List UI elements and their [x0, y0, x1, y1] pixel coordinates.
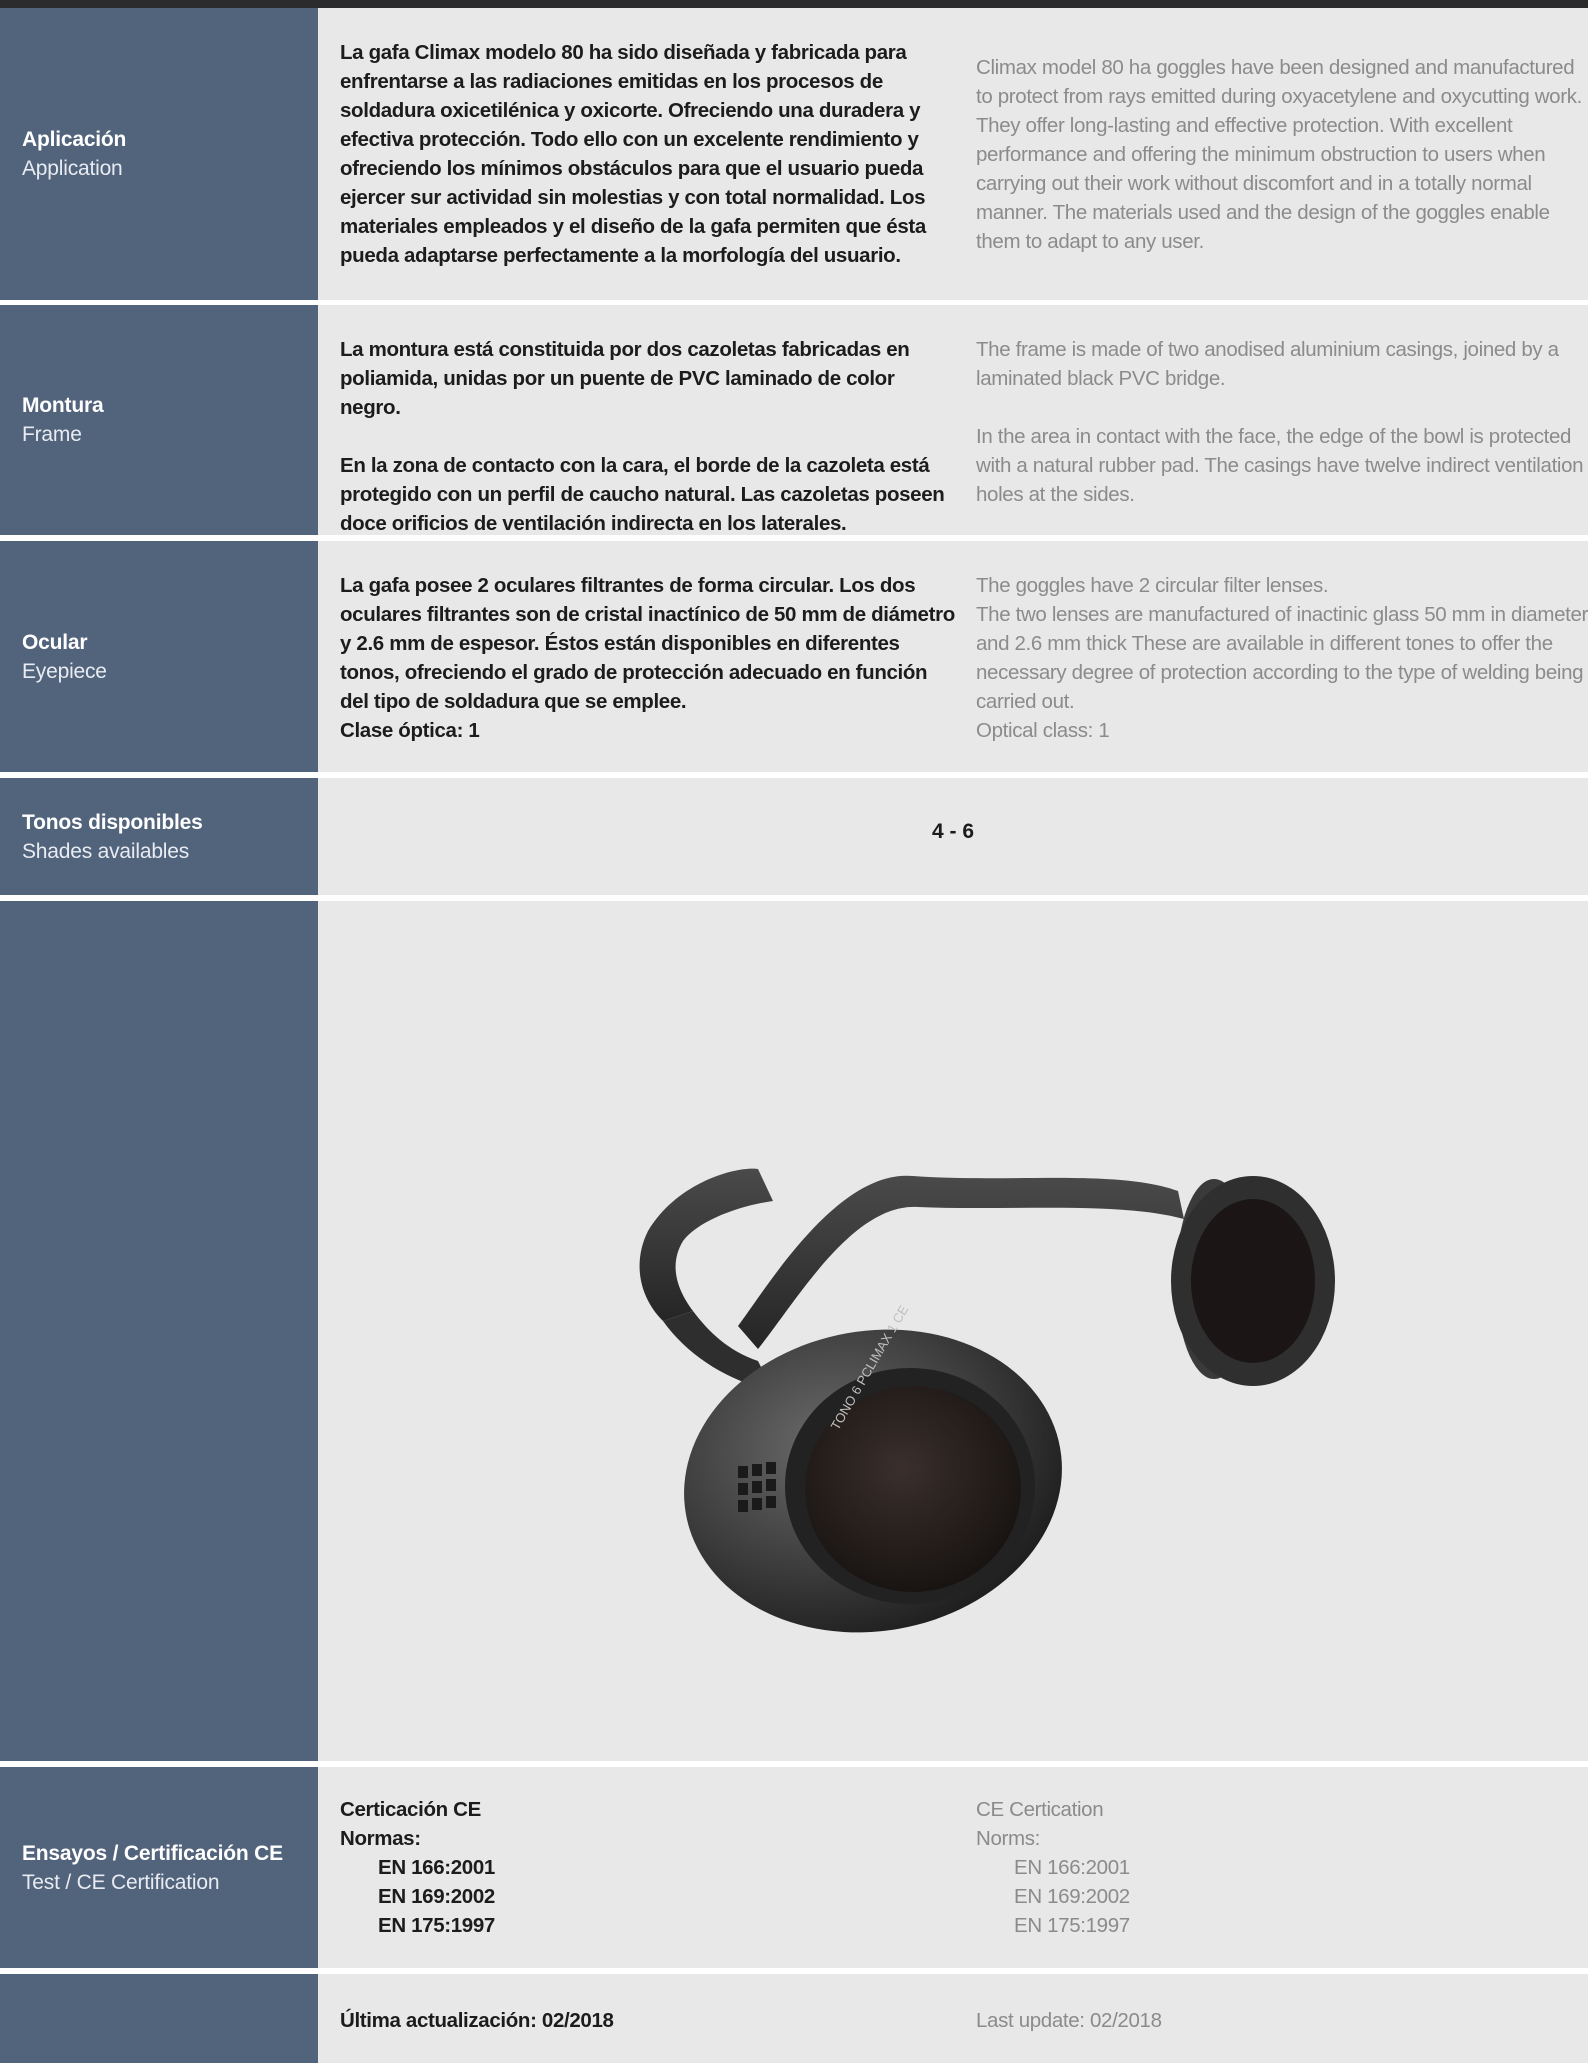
content-update: Última actualización: 02/2018 Last updat… [318, 1974, 1588, 2063]
row-frame: Montura Frame La montura está constituid… [0, 305, 1588, 535]
standard: EN 169:2002 [1014, 1885, 1130, 1908]
row-update: Última actualización: 02/2018 Last updat… [0, 1974, 1588, 2063]
update-sidebar [0, 1974, 318, 2063]
strap-shape [738, 1175, 1184, 1349]
application-text-es: La gafa Climax modelo 80 ha sido diseñad… [340, 38, 960, 270]
photo-sidebar [0, 901, 318, 1761]
label-en: Application [22, 157, 123, 180]
paragraph: The two lenses are manufactured of inact… [976, 603, 1588, 713]
label-certification: Ensayos / Certificación CE Test / CE Cer… [0, 1767, 318, 1968]
optical-class: Optical class: 1 [976, 719, 1110, 742]
label-frame: Montura Frame [0, 305, 318, 535]
paragraph: En la zona de contacto con la cara, el b… [340, 454, 945, 535]
cert-title: Certicación CE [340, 1798, 481, 1821]
eyepiece-text-en: The goggles have 2 circular filter lense… [976, 571, 1588, 745]
content-eyepiece: La gafa posee 2 oculares filtrantes de f… [318, 541, 1588, 772]
shades-value: 4 - 6 [931, 820, 975, 843]
application-text-en: Climax model 80 ha goggles have been des… [976, 53, 1588, 256]
paragraph: The goggles have 2 circular filter lense… [976, 574, 1329, 597]
paragraph: La gafa posee 2 oculares filtrantes de f… [340, 574, 955, 713]
label-shades: Tonos disponibles Shades availables [0, 778, 318, 895]
standard: EN 175:1997 [1014, 1914, 1130, 1937]
label-en: Test / CE Certification [22, 1870, 220, 1894]
label-en: Shades availables [22, 839, 190, 863]
top-bar [0, 0, 1588, 8]
update-text-en: Last update: 02/2018 [976, 2009, 1162, 2032]
paragraph: La gafa Climax modelo 80 ha sido diseñad… [340, 41, 926, 267]
content-application: La gafa Climax modelo 80 ha sido diseñad… [318, 8, 1588, 300]
norms-label: Normas: [340, 1827, 421, 1850]
label-es: Montura [22, 394, 104, 417]
label-en: Frame [22, 423, 82, 446]
goggles-photo: TONO 6 PCLIMAX 1 CE [639, 1168, 1335, 1633]
row-photo: TONO 6 PCLIMAX 1 CE [0, 901, 1588, 1761]
photo-area: TONO 6 PCLIMAX 1 CE [318, 901, 1588, 1761]
standard: EN 169:2002 [378, 1885, 495, 1908]
row-application: Aplicación Application La gafa Climax mo… [0, 8, 1588, 300]
label-application: Aplicación Application [0, 8, 318, 300]
label-es: Tonos disponibles [22, 810, 203, 834]
strap-shape [639, 1168, 773, 1321]
frame-text-es: La montura está constituida por dos cazo… [340, 335, 960, 538]
vent-holes [738, 1462, 776, 1512]
certification-text-es: Certicación CE Normas: EN 166:2001 EN 16… [340, 1795, 960, 1940]
content-frame: La montura está constituida por dos cazo… [318, 305, 1588, 535]
paragraph: Climax model 80 ha goggles have been des… [976, 56, 1582, 253]
lens-right [1191, 1199, 1315, 1363]
certification-text-en: CE Certication Norms: EN 166:2001 EN 169… [976, 1795, 1588, 1940]
eyepiece-text-es: La gafa posee 2 oculares filtrantes de f… [340, 571, 960, 745]
paragraph: In the area in contact with the face, th… [976, 425, 1584, 506]
label-es: Ocular [22, 630, 88, 654]
row-certification: Ensayos / Certificación CE Test / CE Cer… [0, 1767, 1588, 1968]
optical-class: Clase óptica: 1 [340, 719, 480, 742]
label-es: Aplicación [22, 128, 127, 151]
content-certification: Certicación CE Normas: EN 166:2001 EN 16… [318, 1767, 1588, 1968]
paragraph: The frame is made of two anodised alumin… [976, 338, 1559, 390]
frame-text-en: The frame is made of two anodised alumin… [976, 335, 1588, 509]
label-eyepiece: Ocular Eyepiece [0, 541, 318, 772]
row-shades: Tonos disponibles Shades availables 4 - … [0, 778, 1588, 895]
standard: EN 175:1997 [378, 1914, 495, 1937]
cert-title: CE Certication [976, 1798, 1104, 1821]
standard: EN 166:2001 [1014, 1856, 1130, 1879]
norms-label: Norms: [976, 1827, 1040, 1850]
paragraph: La montura está constituida por dos cazo… [340, 338, 910, 419]
standard: EN 166:2001 [378, 1856, 495, 1879]
update-text-es: Última actualización: 02/2018 [340, 2009, 614, 2032]
row-eyepiece: Ocular Eyepiece La gafa posee 2 oculares… [0, 541, 1588, 772]
content-shades: 4 - 6 [318, 778, 1588, 895]
label-es: Ensayos / Certificación CE [22, 1841, 283, 1865]
label-en: Eyepiece [22, 659, 107, 683]
